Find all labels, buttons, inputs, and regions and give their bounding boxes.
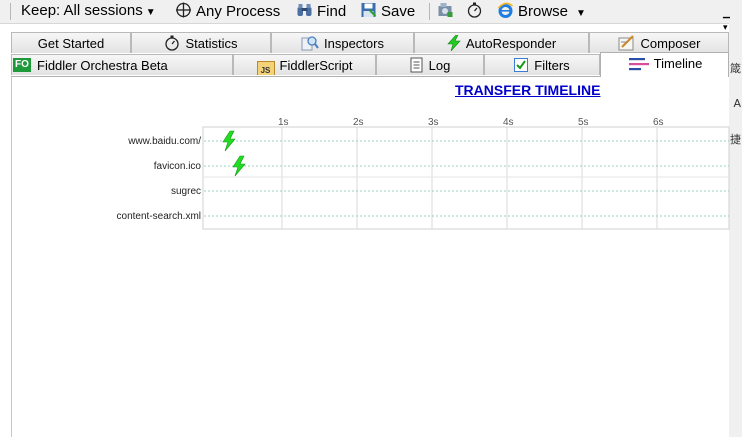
timeline-row-label: sugrec	[171, 186, 201, 197]
timeline-tick-label: 3s	[428, 117, 439, 128]
timeline-row-label: www.baidu.com/	[127, 136, 201, 147]
timeline-tick-label: 2s	[353, 117, 364, 128]
timeline-row-label: content-search.xml	[117, 211, 201, 222]
timeline-tick-label: 1s	[278, 117, 289, 128]
timeline-bolt-icon	[232, 155, 246, 177]
tab-timeline[interactable]: Timeline	[600, 52, 729, 77]
timeline-bolt-icon	[222, 130, 236, 152]
timeline-row-label: favicon.ico	[154, 161, 202, 172]
tab-label: Timeline	[653, 56, 703, 71]
timeline-tick-label: 5s	[578, 117, 589, 128]
timeline-tick-label: 6s	[653, 117, 664, 128]
timeline-tick-label: 4s	[503, 117, 514, 128]
timeline-icon	[628, 58, 649, 71]
